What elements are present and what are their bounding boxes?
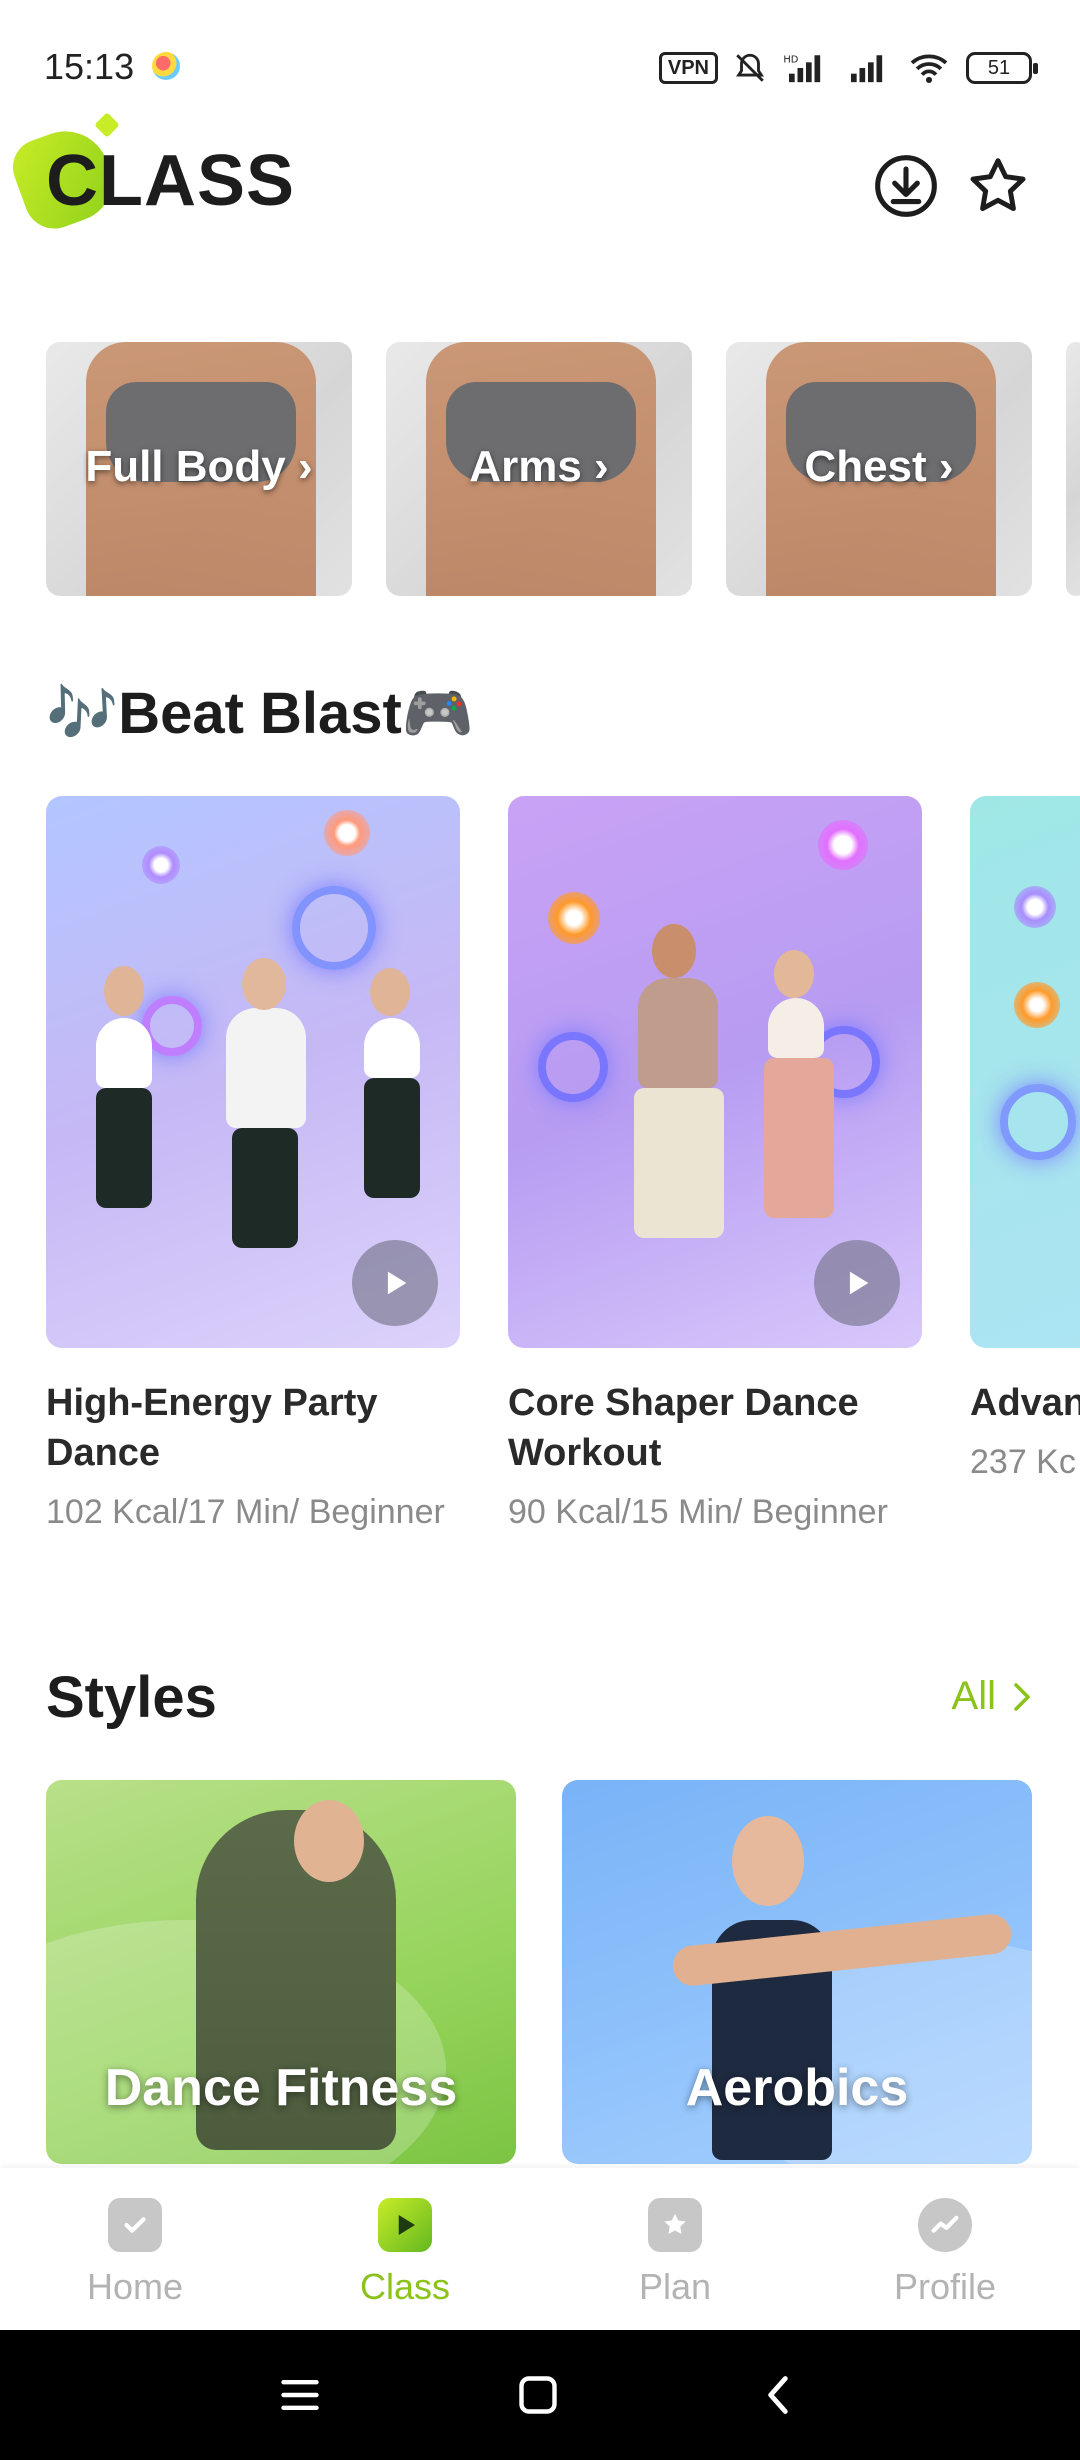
all-link-label: All bbox=[951, 1674, 996, 1718]
nav-label: Home bbox=[86, 2266, 184, 2307]
chevron-right-icon bbox=[1014, 1682, 1030, 1711]
body-part-card-arms[interactable]: Arms › bbox=[386, 342, 692, 596]
back-chevron-icon bbox=[768, 2376, 788, 2414]
beat-card-title: Advan Cardi bbox=[970, 1382, 1080, 1424]
nav-label: Class bbox=[359, 2266, 451, 2307]
star-badge-icon bbox=[648, 2198, 702, 2252]
beat-card-thumbnail[interactable] bbox=[970, 796, 1080, 1348]
styles-title-text: Styles bbox=[46, 1665, 217, 1730]
battery-icon: 51 bbox=[966, 52, 1038, 84]
dancer-figure bbox=[66, 888, 176, 1268]
body-part-carousel[interactable]: Full Body › Arms › Chest › bbox=[46, 342, 1080, 598]
nav-item-class[interactable]: Class bbox=[270, 2168, 540, 2330]
orb-decoration bbox=[1014, 982, 1060, 1028]
play-icon bbox=[849, 1271, 869, 1295]
download-icon bbox=[875, 155, 937, 217]
play-icon bbox=[387, 1271, 407, 1295]
styles-grid: Dance Fitness Aerobics bbox=[46, 1780, 1080, 2164]
system-home-button[interactable] bbox=[508, 2365, 568, 2425]
beat-card-meta: 90 Kcal/15 Min/ Beginner bbox=[508, 1493, 888, 1531]
status-icons: VPN HD 51 bbox=[658, 48, 1038, 88]
menu-icon bbox=[281, 2379, 319, 2411]
nav-item-plan[interactable]: Plan bbox=[540, 2168, 810, 2330]
orb-decoration bbox=[818, 820, 868, 870]
nav-item-home[interactable]: Home bbox=[0, 2168, 270, 2330]
vpn-icon: VPN bbox=[658, 52, 718, 84]
star-icon bbox=[970, 158, 1026, 212]
body-part-label: Full Body › bbox=[85, 442, 313, 491]
beat-card[interactable]: Advan Cardi 237 Kc Advan bbox=[970, 796, 1080, 1484]
body-part-label: Arms › bbox=[469, 442, 609, 491]
body-part-label: Chest › bbox=[804, 442, 954, 491]
system-back-button[interactable] bbox=[748, 2365, 808, 2425]
logo-spark-icon bbox=[94, 112, 120, 138]
style-card-label: Dance Fitness bbox=[104, 2059, 458, 2117]
signal-hd-icon: HD bbox=[783, 54, 821, 83]
wifi-icon bbox=[910, 54, 948, 83]
page-title: CLASS bbox=[46, 141, 296, 221]
download-button[interactable] bbox=[870, 150, 942, 222]
beat-card-title: Core Shaper Dance Workout bbox=[508, 1382, 859, 1474]
dancer-figure bbox=[206, 888, 316, 1268]
mute-bell-icon bbox=[736, 53, 764, 82]
style-card-label: Aerobics bbox=[685, 2059, 909, 2117]
svg-text:HD: HD bbox=[783, 54, 798, 65]
square-icon bbox=[519, 2376, 557, 2414]
nav-label: Profile bbox=[893, 2266, 997, 2307]
beat-card-meta: 237 Kc Advan bbox=[970, 1443, 1080, 1481]
status-time: 15:13 bbox=[44, 46, 135, 87]
orb-decoration bbox=[142, 846, 180, 884]
orb-decoration bbox=[548, 892, 600, 944]
dancer-figure bbox=[744, 878, 854, 1278]
system-nav-bar bbox=[0, 2330, 1080, 2460]
nav-label: Plan bbox=[638, 2266, 712, 2307]
body-part-card-full-body[interactable]: Full Body › bbox=[46, 342, 352, 596]
signal-icon bbox=[851, 55, 883, 83]
trend-icon bbox=[918, 2198, 972, 2252]
orb-decoration bbox=[324, 810, 370, 856]
orb-decoration bbox=[1014, 886, 1056, 928]
beat-card-title: High-Energy Party Dance bbox=[46, 1382, 378, 1474]
system-menu-button[interactable] bbox=[270, 2365, 330, 2425]
dancer-figure bbox=[608, 868, 738, 1288]
beat-card-thumbnail[interactable] bbox=[46, 796, 460, 1348]
body-part-card-partial[interactable] bbox=[1066, 342, 1080, 596]
style-card-dance-fitness[interactable]: Dance Fitness bbox=[46, 1780, 516, 2164]
beat-blast-carousel[interactable]: High-Energy Party Dance 102 Kcal/17 Min/… bbox=[46, 796, 1080, 1596]
nav-item-profile[interactable]: Profile bbox=[810, 2168, 1080, 2330]
play-button[interactable] bbox=[352, 1240, 438, 1326]
play-button[interactable] bbox=[814, 1240, 900, 1326]
styles-title: Styles bbox=[46, 1664, 217, 1737]
beat-card-thumbnail[interactable] bbox=[508, 796, 922, 1348]
instructor-head bbox=[294, 1800, 364, 1882]
style-card-aerobics[interactable]: Aerobics bbox=[562, 1780, 1032, 2164]
app-notification-icon bbox=[152, 52, 180, 80]
instructor-head bbox=[732, 1816, 804, 1906]
calendar-check-icon bbox=[108, 2198, 162, 2252]
beat-blast-title: 🎶Beat Blast🎮 bbox=[46, 680, 475, 754]
beat-card[interactable]: Core Shaper Dance Workout 90 Kcal/15 Min… bbox=[508, 796, 922, 1534]
ring-decoration bbox=[538, 1032, 608, 1102]
play-icon bbox=[378, 2198, 432, 2252]
favorites-button[interactable] bbox=[962, 150, 1034, 222]
app-header: CLASS bbox=[0, 110, 1080, 260]
styles-all-link[interactable]: All bbox=[952, 1674, 1034, 1719]
beat-blast-title-text: 🎶Beat Blast🎮 bbox=[46, 681, 475, 746]
beat-card[interactable]: High-Energy Party Dance 102 Kcal/17 Min/… bbox=[46, 796, 460, 1534]
body-part-card-chest[interactable]: Chest › bbox=[726, 342, 1032, 596]
ring-decoration bbox=[1000, 1084, 1076, 1160]
dancer-figure bbox=[336, 888, 446, 1268]
bottom-nav: Home Class Plan Profile bbox=[0, 2168, 1080, 2330]
beat-card-meta: 102 Kcal/17 Min/ Beginner bbox=[46, 1493, 445, 1531]
